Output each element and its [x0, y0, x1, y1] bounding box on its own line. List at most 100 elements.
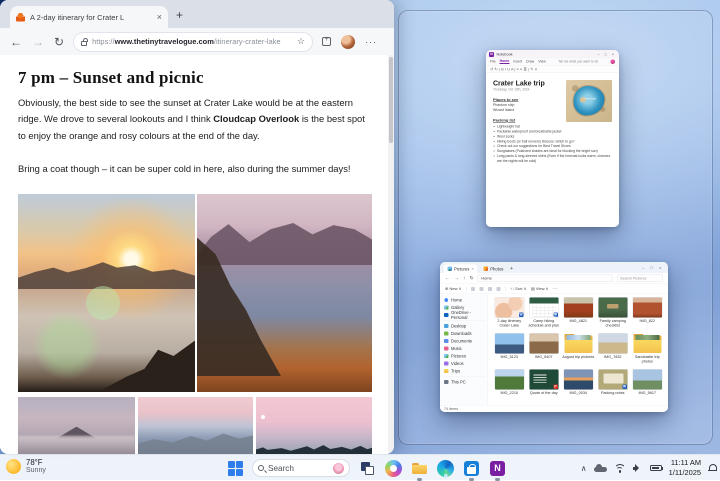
task-view-button[interactable] — [359, 460, 376, 477]
sort-button[interactable]: ↑↓ Sort ∨ — [510, 287, 526, 292]
photo-pink-sky-moon[interactable] — [256, 397, 372, 454]
view-button[interactable]: ▤ View ∨ — [531, 287, 549, 292]
reload-icon[interactable]: ↻ — [54, 35, 64, 49]
file-item[interactable]: IMG_622 — [630, 297, 665, 333]
menu-home[interactable]: Home — [500, 60, 510, 65]
back-icon[interactable]: ← — [445, 276, 450, 282]
file-item[interactable]: IMG_7832 — [596, 333, 631, 369]
sidebar-item-onedrive[interactable]: OneDrive - Personal — [440, 311, 488, 319]
rename-icon[interactable] — [488, 287, 492, 291]
file-item[interactable]: WCamp hiking schedule and plan — [527, 297, 562, 333]
up-icon[interactable]: ↑ — [463, 276, 466, 282]
browser-window[interactable]: A 2-day itinerary for Crater L × + ← → ↻… — [0, 0, 394, 454]
sidebar-item-home[interactable]: Home — [440, 296, 488, 304]
photos-icon — [484, 267, 489, 272]
tellme-search[interactable]: Tell me what you want to do — [550, 60, 607, 64]
sidebar-item-desktop[interactable]: Desktop — [440, 322, 488, 330]
sidebar-item-documents[interactable]: Documents — [440, 337, 488, 345]
menu-file[interactable]: File — [490, 60, 496, 64]
window-controls[interactable]: – □ × — [642, 265, 664, 270]
breadcrumb[interactable]: Home — [478, 275, 613, 283]
more-button[interactable]: ⋯ — [553, 287, 557, 292]
notifications-bell-icon[interactable] — [708, 464, 716, 472]
forward-icon[interactable]: → — [32, 35, 44, 49]
photo-sunset-lake[interactable] — [18, 194, 195, 392]
collections-icon[interactable] — [322, 37, 331, 46]
explorer-tab-pictures[interactable]: Pictures × — [444, 265, 477, 274]
widgets-weather-button[interactable]: 78°F Sunny — [6, 458, 46, 474]
onedrive-icon — [444, 313, 449, 317]
file-item[interactable]: IMG_2210 — [492, 369, 527, 405]
onenote-button[interactable]: N — [489, 460, 506, 477]
file-item[interactable]: IMG_5123 — [492, 333, 527, 369]
new-tab-button[interactable]: + — [176, 8, 183, 22]
menu-insert[interactable]: Insert — [513, 60, 522, 64]
file-item[interactable]: W2-day itinerary Crater Lake — [492, 297, 527, 333]
onenote-window-thumbnail[interactable]: N Notebook – □ × File Home Insert Draw V… — [486, 50, 619, 227]
page-scrollbar[interactable] — [388, 55, 394, 454]
address-bar[interactable]: https://www.thetinytravelogue.com/itiner… — [74, 33, 312, 51]
refresh-icon[interactable]: ↻ — [470, 276, 474, 282]
file-item[interactable]: IMG_5407 — [527, 333, 562, 369]
photo-peak-clouds[interactable] — [18, 397, 135, 454]
profile-avatar[interactable] — [341, 35, 355, 49]
explorer-navbar: ← → ↑ ↻ Home Search Pictures — [440, 273, 668, 284]
sidebar-item-trips[interactable]: Trips — [440, 367, 488, 375]
file-item[interactable]: Family camping checklist — [596, 297, 631, 333]
new-tab-button[interactable]: + — [510, 266, 513, 272]
onenote-titlebar: N Notebook – □ × — [486, 50, 619, 59]
desktop-icon — [444, 324, 449, 328]
explorer-search-input[interactable]: Search Pictures — [617, 275, 663, 283]
start-button[interactable] — [228, 461, 243, 476]
tab-close-icon[interactable]: × — [471, 267, 473, 272]
onenote-profile-avatar[interactable] — [611, 60, 616, 65]
cut-icon[interactable] — [471, 287, 475, 291]
home-icon — [444, 298, 449, 302]
wifi-icon[interactable] — [614, 464, 626, 473]
file-item[interactable]: PQuote of the day — [527, 369, 562, 405]
menu-draw[interactable]: Draw — [526, 60, 534, 64]
tray-chevron-icon[interactable]: ∧ — [581, 464, 587, 473]
sidebar-item-downloads[interactable]: Downloads — [440, 330, 488, 338]
sidebar-item-pictures[interactable]: Pictures — [440, 352, 488, 360]
rocks-silhouette — [98, 341, 195, 392]
sidebar-item-videos[interactable]: Videos — [440, 360, 488, 368]
photo-hazy-ridge[interactable] — [138, 397, 253, 454]
onedrive-tray-icon[interactable] — [594, 464, 607, 472]
onenote-page: Crater Lake trip Thursday, Oct 19th, 202… — [486, 73, 619, 164]
file-explorer-button[interactable] — [411, 460, 428, 477]
scrollbar-thumb[interactable] — [389, 57, 393, 143]
browser-menu-icon[interactable]: ··· — [365, 37, 377, 47]
copy-icon[interactable] — [480, 287, 484, 291]
battery-icon[interactable] — [650, 465, 662, 472]
store-button[interactable] — [463, 460, 480, 477]
file-item[interactable]: IMG_4821 — [561, 297, 596, 333]
onenote-ribbon[interactable]: ↺ ↻ | B I U A | ≡ ≡ ≣ | ✎ ∨ — [486, 66, 619, 74]
new-button[interactable]: ⊕ New ∨ — [445, 287, 462, 292]
file-item[interactable]: IMG_0034 — [561, 369, 596, 405]
back-icon[interactable]: ← — [10, 35, 22, 49]
photo-dusk-cliffs[interactable] — [197, 194, 372, 392]
file-item[interactable]: WPacking notes — [596, 369, 631, 405]
menu-view[interactable]: View — [538, 60, 546, 64]
explorer-tab-photos[interactable]: Photos — [480, 265, 507, 274]
volume-icon[interactable] — [633, 464, 643, 472]
taskbar-search[interactable]: Search — [252, 459, 350, 477]
browser-tab[interactable]: A 2-day itinerary for Crater L × — [10, 6, 168, 28]
explorer-titlebar: Pictures × Photos + – □ × — [440, 262, 668, 273]
clock[interactable]: 11:11 AM 1/11/2025 — [669, 458, 701, 477]
forward-icon[interactable]: → — [454, 276, 459, 282]
folder-item[interactable]: August trip pictures — [561, 333, 596, 369]
file-item[interactable]: IMG_5617 — [630, 369, 665, 405]
copilot-button[interactable] — [385, 460, 402, 477]
word-badge-icon: W — [553, 313, 558, 318]
sidebar-item-thispc[interactable]: This PC — [440, 378, 488, 386]
delete-icon[interactable] — [497, 287, 501, 291]
folder-item[interactable]: Sandcastle trip photos — [630, 333, 665, 369]
window-controls[interactable]: – □ × — [597, 52, 616, 57]
favorite-star-icon[interactable]: ☆ — [297, 36, 305, 47]
sidebar-item-music[interactable]: Music — [440, 345, 488, 353]
edge-button[interactable] — [437, 460, 454, 477]
tab-close-icon[interactable]: × — [157, 13, 162, 22]
explorer-window-thumbnail[interactable]: Pictures × Photos + – □ × ← → ↑ ↻ Home S… — [440, 262, 668, 412]
